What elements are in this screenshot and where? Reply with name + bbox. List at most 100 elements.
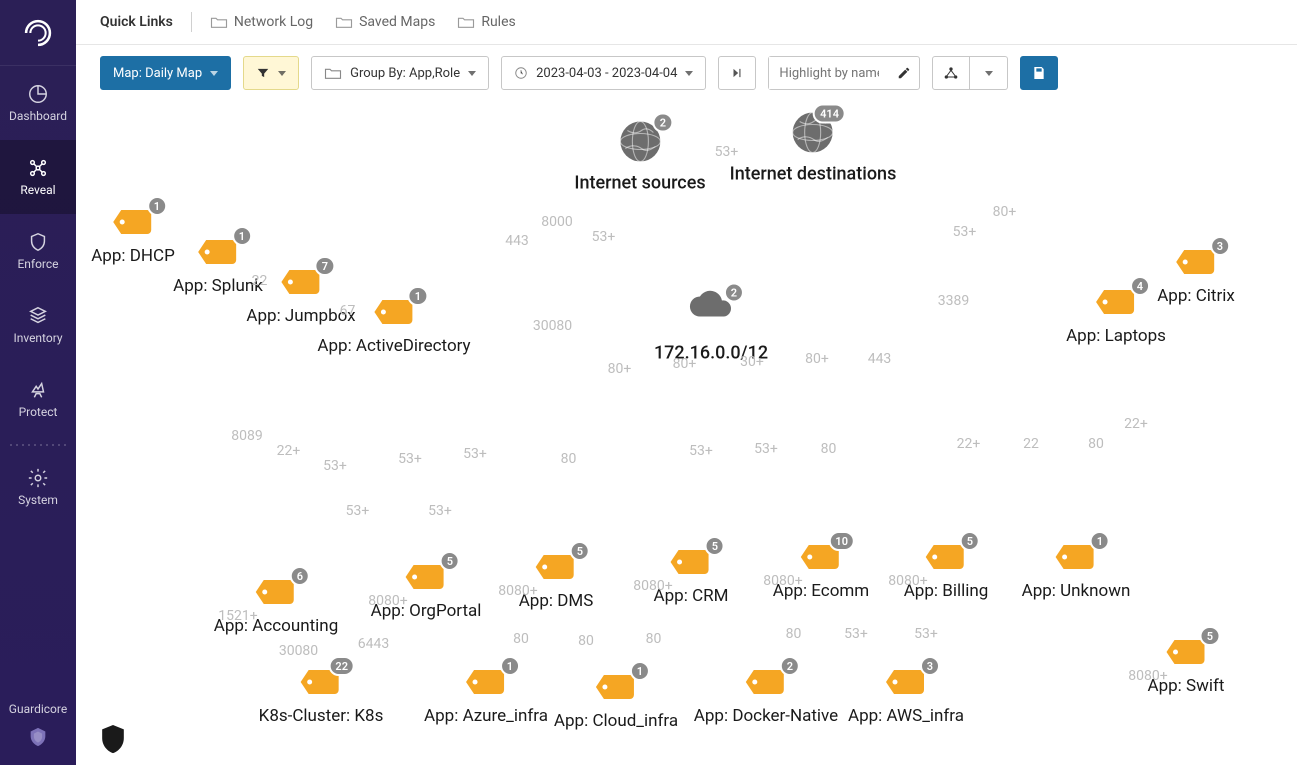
edge-label: 80+ (608, 361, 632, 377)
edge-label: 53+ (346, 503, 370, 519)
edge-label: 22 (1023, 436, 1039, 452)
node-label: Internet sources (574, 173, 705, 194)
edge-label: 53+ (398, 451, 422, 467)
dashboard-icon (27, 83, 49, 105)
edge-label: 53+ (463, 446, 487, 462)
sidebar-item-protect[interactable]: Protect (0, 362, 76, 436)
node-count-badge: 1 (408, 286, 428, 306)
folder-icon (210, 15, 228, 29)
node-label: App: Docker-Native (694, 706, 838, 726)
brand-logo[interactable] (0, 0, 76, 66)
edge-label: 80 (646, 631, 662, 647)
groupby-button[interactable]: Group By: App,Role (311, 56, 489, 90)
node-internet-sources[interactable]: 2Internet sources (574, 119, 705, 194)
node-count-badge: 2 (653, 113, 673, 133)
node-count-badge: 3 (920, 656, 940, 676)
map-canvas[interactable]: 2Internet sources414Internet destination… (76, 101, 1297, 765)
clock-icon (514, 66, 528, 80)
layout-graph-button[interactable] (932, 56, 970, 90)
node-label: App: OrgPortal (371, 601, 482, 621)
quicklink-network-log[interactable]: Network Log (210, 14, 313, 30)
layout-dropdown-button[interactable] (970, 56, 1008, 90)
node-app-dms[interactable]: 5App: DMS (519, 551, 594, 611)
node-count-badge: 5 (1200, 626, 1220, 646)
node-app-activedirectory[interactable]: 1App: ActiveDirectory (317, 296, 470, 356)
edge-label: 53+ (592, 229, 616, 245)
chevron-down-icon (685, 71, 693, 76)
quicklink-label: Rules (481, 14, 515, 30)
node-app-laptops[interactable]: 4App: Laptops (1066, 286, 1166, 346)
node-app-billing[interactable]: 5 App: Billing (904, 541, 989, 601)
node-internet-destinations[interactable]: 414Internet destinations (730, 110, 897, 185)
node-label: App: Cloud_infra (554, 711, 678, 731)
sidebar-nav: Dashboard Reveal EnforceInventory Protect (0, 66, 76, 436)
sidebar-item-label: Protect (19, 405, 58, 419)
tag-icon: 6 (254, 576, 298, 608)
node-count-badge: 1 (630, 661, 650, 681)
sidebar-item-system[interactable]: System (0, 450, 76, 524)
edge-label: 53+ (754, 441, 778, 457)
skip-forward-icon (730, 66, 744, 80)
node-count-badge: 3 (1210, 236, 1230, 256)
sidebar-item-enforce[interactable]: Enforce (0, 214, 76, 288)
node-172-16-0-0-12[interactable]: 2 172.16.0.0/12 (654, 289, 768, 364)
node-app-accounting[interactable]: 6App: Accounting (214, 576, 339, 636)
sidebar-item-reveal[interactable]: Reveal (0, 140, 76, 214)
node-label: App: Ecomm (773, 581, 869, 601)
quicklink-rules[interactable]: Rules (457, 14, 515, 30)
edit-icon[interactable] (889, 66, 919, 80)
cloud-icon: 2 (688, 289, 734, 335)
node-label: App: AWS_infra (848, 706, 964, 726)
sidebar-item-label: System (18, 493, 58, 507)
node-label: App: Citrix (1157, 286, 1235, 306)
node-k8s-cluster[interactable]: 22 K8s-Cluster: K8s (259, 666, 384, 726)
jump-latest-button[interactable] (718, 56, 756, 90)
tag-icon: 5 (1164, 636, 1208, 668)
node-label: App: Laptops (1066, 326, 1166, 346)
node-app-unknown[interactable]: 1App: Unknown (1022, 541, 1131, 601)
node-count-badge: 414 (813, 104, 846, 124)
save-icon (1031, 65, 1047, 81)
node-app-docker-native[interactable]: 2App: Docker-Native (694, 666, 838, 726)
node-app-crm[interactable]: 5App: CRM (654, 546, 729, 606)
node-count-badge: 2 (724, 283, 744, 303)
sidebar-item-dashboard[interactable]: Dashboard (0, 66, 76, 140)
node-label: App: DHCP (91, 246, 175, 266)
tag-icon: 22 (299, 666, 343, 698)
node-app-cloud-infra[interactable]: 1App: Cloud_infra (554, 671, 678, 731)
edge-label: 80 (1088, 436, 1104, 452)
filter-button[interactable] (243, 56, 299, 90)
sidebar-item-inventory[interactable]: Inventory (0, 288, 76, 362)
folder-icon (324, 66, 342, 80)
node-label: K8s-Cluster: K8s (259, 706, 384, 726)
map-select-button[interactable]: Map: Daily Map (100, 56, 231, 90)
sidebar-item-label: Reveal (20, 183, 55, 197)
node-label: 172.16.0.0/12 (654, 343, 768, 364)
highlight-input[interactable] (769, 57, 889, 89)
node-label: App: Azure_infra (424, 706, 548, 726)
chevron-down-icon (210, 71, 218, 76)
system-icon (27, 467, 49, 489)
edge-label: 53+ (914, 626, 938, 642)
node-count-badge: 5 (570, 541, 590, 561)
node-app-swift[interactable]: 5App: Swift (1148, 636, 1225, 696)
quicklink-label: Saved Maps (359, 14, 435, 30)
node-app-orgportal[interactable]: 5App: OrgPortal (371, 561, 482, 621)
node-label: App: Billing (904, 581, 989, 601)
daterange-label: 2023-04-03 - 2023-04-04 (536, 66, 677, 81)
node-app-azure-infra[interactable]: 1 App: Azure_infra (424, 666, 548, 726)
node-app-citrix[interactable]: 3App: Citrix (1157, 246, 1235, 306)
node-app-aws-infra[interactable]: 3App: AWS_infra (848, 666, 964, 726)
daterange-button[interactable]: 2023-04-03 - 2023-04-04 (501, 56, 706, 90)
tag-icon: 5 (924, 541, 968, 573)
node-app-ecomm[interactable]: 10App: Ecomm (773, 541, 869, 601)
save-button[interactable] (1020, 56, 1058, 90)
map-select-label: Map: Daily Map (113, 66, 202, 81)
brand-name: Guardicore (9, 702, 67, 716)
edge-label: 30080 (279, 643, 318, 659)
tag-icon: 1 (464, 666, 508, 698)
quicklink-saved-maps[interactable]: Saved Maps (335, 14, 435, 30)
layout-button-group (932, 56, 1008, 90)
node-count-badge: 5 (960, 531, 980, 551)
node-app-dhcp[interactable]: 1App: DHCP (91, 206, 175, 266)
